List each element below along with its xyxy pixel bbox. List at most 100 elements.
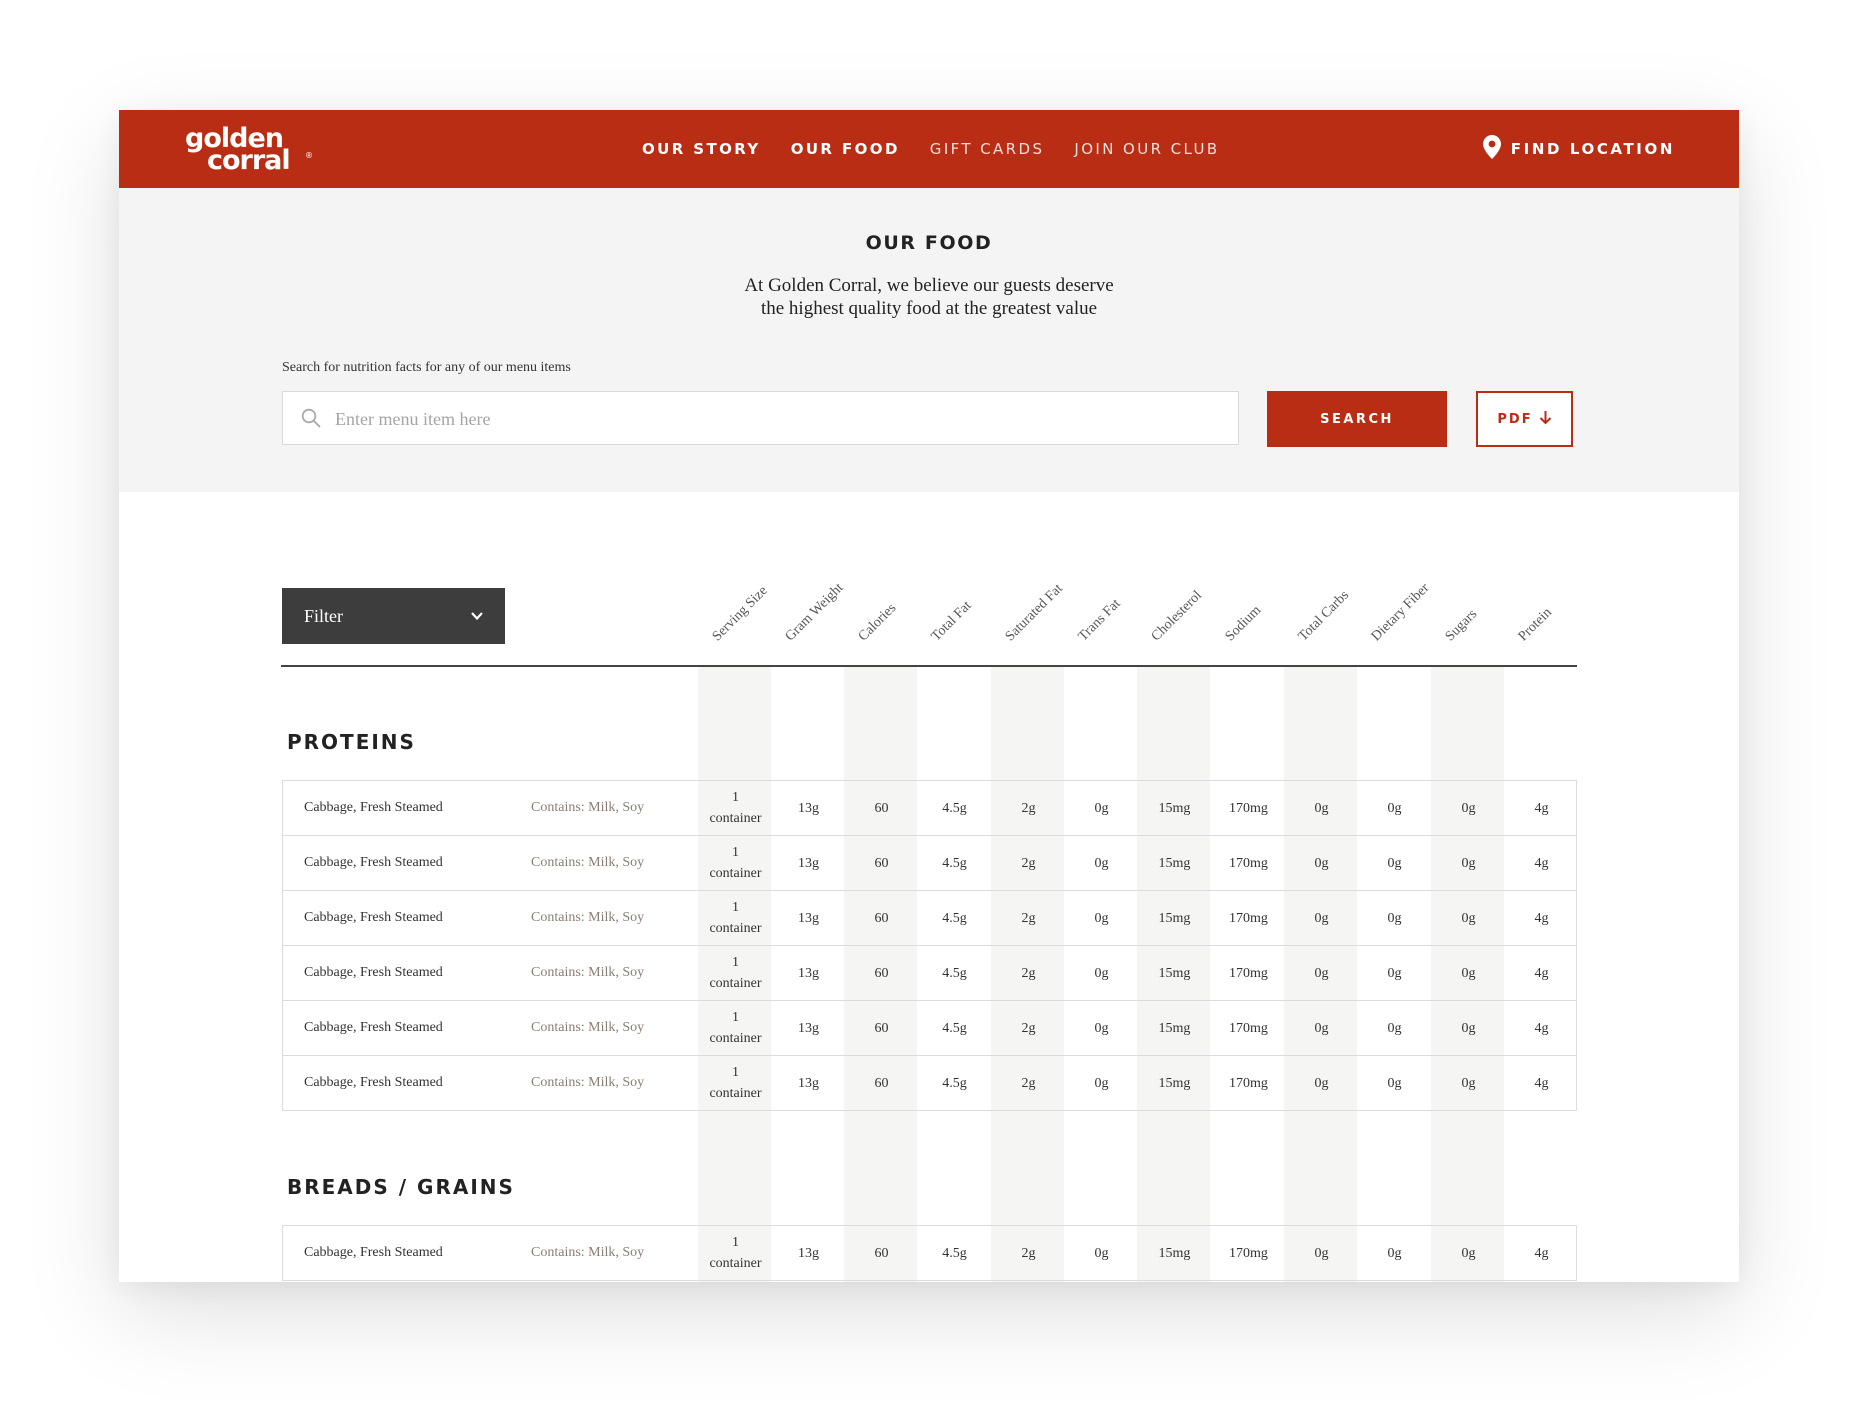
serving-unit: container (709, 1256, 762, 1271)
nutrition-value: 170mg (1229, 910, 1268, 926)
nutrition-value: 0g (1314, 910, 1329, 926)
search-input[interactable] (333, 392, 1217, 446)
item-allergens: Contains: Milk, Soy (531, 800, 645, 815)
serving-qty: 1 (732, 790, 739, 805)
section-rows: Cabbage, Fresh Steamed Contains: Milk, So… (282, 1225, 1577, 1281)
table-row[interactable]: Cabbage, Fresh Steamed Contains: Milk, So… (283, 946, 1576, 1001)
golden-corral-logo[interactable]: golden corral ® (185, 124, 315, 176)
table-row[interactable]: Cabbage, Fresh Steamed Contains: Milk, So… (283, 1001, 1576, 1056)
item-allergens: Contains: Milk, Soy (531, 1245, 645, 1260)
nutrition-value: 4g (1534, 800, 1549, 816)
column-header-label: Total Fat (928, 598, 975, 645)
item-name: Cabbage, Fresh Steamed (304, 855, 443, 870)
nutrition-value: 170mg (1229, 1020, 1268, 1036)
nutrition-value: 0g (1314, 1075, 1329, 1091)
item-name: Cabbage, Fresh Steamed (304, 800, 443, 815)
nutrition-value: 2g (1021, 1075, 1036, 1091)
page-title: OUR FOOD (865, 232, 993, 254)
nutrition-value: 0g (1314, 855, 1329, 871)
item-allergens: Contains: Milk, Soy (531, 910, 645, 925)
nutrition-value: 4g (1534, 1245, 1549, 1261)
nav-our-story[interactable]: OUR STORY (642, 140, 761, 158)
serving-qty: 1 (732, 1065, 739, 1080)
serving-size-cell: 1 container (699, 781, 772, 835)
serving-unit: container (709, 921, 762, 936)
nutrition-value: 13g (798, 1245, 819, 1261)
nutrition-value: 2g (1021, 910, 1036, 926)
serving-qty: 1 (732, 955, 739, 970)
column-header-label: Serving Size (709, 583, 771, 645)
serving-qty: 1 (732, 1010, 739, 1025)
search-button[interactable]: SEARCH (1267, 391, 1447, 447)
nutrition-value: 60 (874, 910, 889, 926)
logo-registered-mark: ® (305, 151, 313, 160)
column-header-label: Total Carbs (1295, 587, 1352, 645)
section-title: PROTEINS (287, 730, 416, 754)
column-header-label: Sodium (1222, 602, 1264, 645)
nutrition-value: 4g (1534, 965, 1549, 981)
serving-qty: 1 (732, 1235, 739, 1250)
serving-size-cell: 1 container (699, 836, 772, 890)
nutrition-value: 13g (798, 910, 819, 926)
find-location-link[interactable]: FIND LOCATION (1482, 110, 1675, 188)
nutrition-value: 4.5g (942, 800, 967, 816)
nutrition-value: 2g (1021, 1245, 1036, 1261)
nutrition-value: 4g (1534, 1075, 1549, 1091)
nutrition-value: 0g (1094, 1020, 1109, 1036)
column-header-label: Saturated Fat (1002, 581, 1066, 645)
nutrition-value: 15mg (1158, 1020, 1191, 1036)
filter-dropdown[interactable]: Filter (282, 588, 505, 644)
pdf-download-button[interactable]: PDF (1476, 391, 1573, 447)
search-icon (301, 408, 321, 433)
nav-gift-cards[interactable]: GIFT CARDS (930, 140, 1045, 158)
serving-size-cell: 1 container (699, 1001, 772, 1055)
nutrition-value: 0g (1314, 1245, 1329, 1261)
subtitle-line-2: the highest quality food at the greatest… (760, 298, 1098, 319)
nutrition-value: 0g (1387, 855, 1402, 871)
table-row[interactable]: Cabbage, Fresh Steamed Contains: Milk, So… (283, 891, 1576, 946)
nutrition-value: 15mg (1158, 965, 1191, 981)
search-box (282, 391, 1239, 446)
nutrition-value: 0g (1314, 1020, 1329, 1036)
nutrition-value: 60 (874, 965, 889, 981)
chevron-down-icon (469, 608, 485, 629)
nutrition-value: 60 (874, 1075, 889, 1091)
nutrition-value: 60 (874, 855, 889, 871)
nutrition-value: 0g (1461, 1245, 1476, 1261)
serving-unit: container (709, 1031, 762, 1046)
serving-size-cell: 1 container (699, 1056, 772, 1110)
item-allergens: Contains: Milk, Soy (531, 1075, 645, 1090)
nutrition-value: 13g (798, 855, 819, 871)
nutrition-value: 60 (874, 1245, 889, 1261)
column-header-label: Sugars (1442, 606, 1480, 645)
nutrition-value: 4g (1534, 855, 1549, 871)
nutrition-value: 170mg (1229, 800, 1268, 816)
nutrition-value: 170mg (1229, 1075, 1268, 1091)
serving-qty: 1 (732, 900, 739, 915)
nutrition-value: 0g (1461, 965, 1476, 981)
table-row[interactable]: Cabbage, Fresh Steamed Contains: Milk, So… (283, 836, 1576, 891)
nutrition-value: 4.5g (942, 1020, 967, 1036)
table-row[interactable]: Cabbage, Fresh Steamed Contains: Milk, So… (283, 781, 1576, 836)
nav-our-food[interactable]: OUR FOOD (791, 140, 900, 158)
item-name: Cabbage, Fresh Steamed (304, 965, 443, 980)
search-label: Search for nutrition facts for any of ou… (282, 360, 571, 375)
serving-qty: 1 (732, 845, 739, 860)
arrow-down-icon (1539, 410, 1552, 429)
nav-join-our-club[interactable]: JOIN OUR CLUB (1074, 140, 1219, 158)
table-row[interactable]: Cabbage, Fresh Steamed Contains: Milk, So… (283, 1226, 1576, 1281)
nutrition-value: 15mg (1158, 1245, 1191, 1261)
serving-unit: container (709, 1086, 762, 1101)
nutrition-value: 0g (1094, 1075, 1109, 1091)
nutrition-value: 0g (1387, 965, 1402, 981)
nutrition-value: 15mg (1158, 855, 1191, 871)
nutrition-value: 2g (1021, 800, 1036, 816)
nutrition-value: 170mg (1229, 965, 1268, 981)
section-title: BREADS / GRAINS (287, 1175, 515, 1199)
filter-label: Filter (304, 605, 343, 626)
table-row[interactable]: Cabbage, Fresh Steamed Contains: Milk, So… (283, 1056, 1576, 1111)
item-name: Cabbage, Fresh Steamed (304, 1020, 443, 1035)
nutrition-value: 0g (1314, 800, 1329, 816)
item-allergens: Contains: Milk, Soy (531, 965, 645, 980)
serving-size-cell: 1 container (699, 891, 772, 945)
